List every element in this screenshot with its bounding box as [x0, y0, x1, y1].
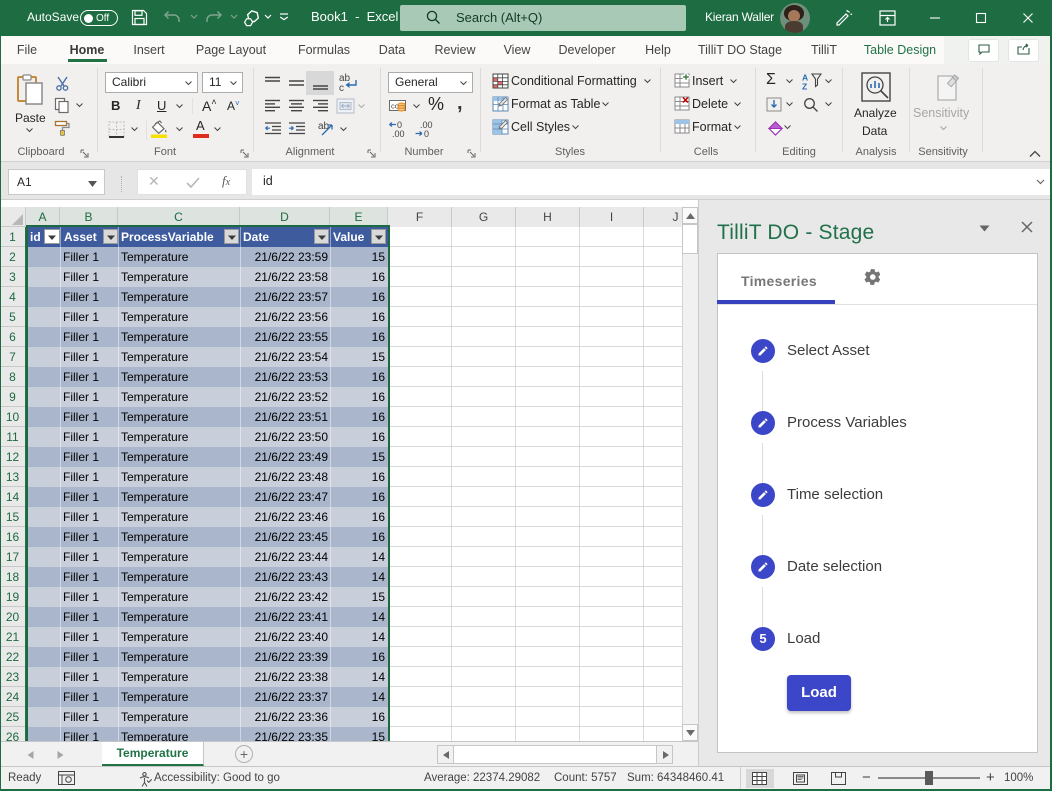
svg-text:c: c: [339, 83, 344, 94]
svg-text:Z: Z: [802, 82, 807, 91]
svg-text:0: 0: [424, 129, 429, 139]
svg-text:.00: .00: [392, 129, 405, 139]
svg-text:ab: ab: [318, 121, 330, 132]
